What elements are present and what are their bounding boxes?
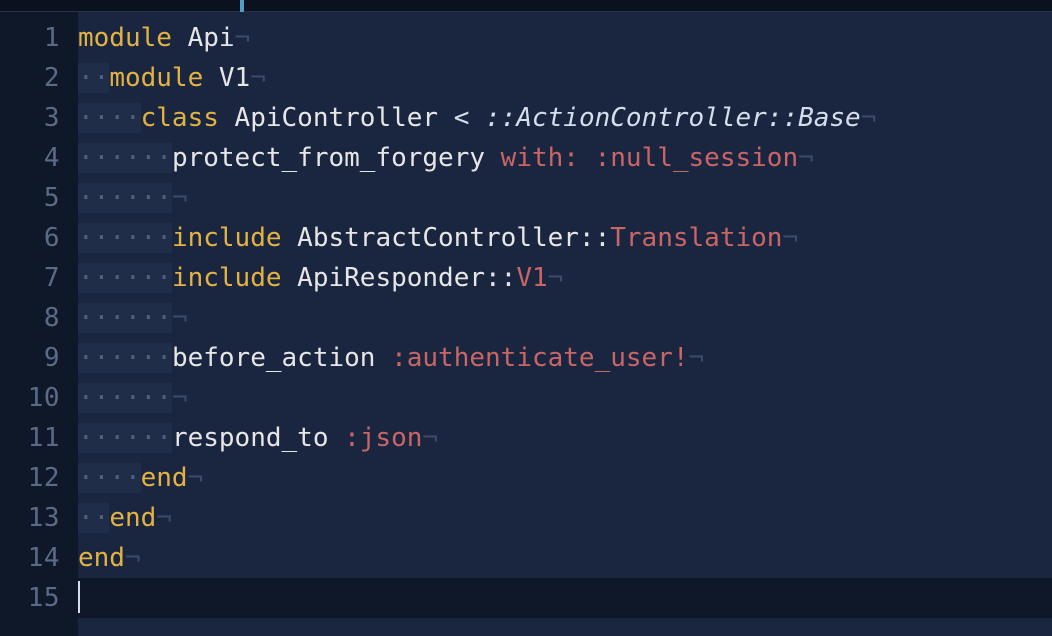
text-cursor: [78, 581, 80, 613]
code-line[interactable]: module Api¬: [78, 18, 1052, 58]
code-line-cursor[interactable]: [78, 578, 1052, 618]
line-number: 12: [0, 458, 60, 498]
line-number: 4: [0, 138, 60, 178]
keyword: module: [78, 23, 172, 53]
method-call: respond_to: [172, 423, 344, 453]
keyword: end: [141, 463, 188, 493]
indent: ······: [78, 423, 172, 453]
constant: ApiController: [219, 103, 454, 133]
keyword: include: [172, 263, 282, 293]
code-line[interactable]: end¬: [78, 538, 1052, 578]
code-line[interactable]: ······¬: [78, 298, 1052, 338]
active-tab-indicator: [240, 0, 244, 12]
eol-marker: ¬: [548, 263, 564, 293]
constant-tail: V1: [516, 263, 547, 293]
line-number: 2: [0, 58, 60, 98]
code-line[interactable]: ······include AbstractController::Transl…: [78, 218, 1052, 258]
operator: <: [454, 103, 485, 133]
code-line[interactable]: ······include ApiResponder::V1¬: [78, 258, 1052, 298]
constant: Api: [172, 23, 235, 53]
constant: V1: [203, 63, 250, 93]
eol-marker: ¬: [172, 183, 188, 213]
line-number: 7: [0, 258, 60, 298]
code-line[interactable]: ······before_action :authenticate_user!¬: [78, 338, 1052, 378]
keyword: end: [78, 543, 125, 573]
eol-marker: ¬: [689, 343, 705, 373]
symbol: :null_session: [595, 143, 799, 173]
indent: ··: [78, 503, 109, 533]
keyword: end: [109, 503, 156, 533]
line-number: 5: [0, 178, 60, 218]
line-number: 10: [0, 378, 60, 418]
code-line[interactable]: ······¬: [78, 378, 1052, 418]
tab-bar[interactable]: [0, 0, 1052, 12]
code-line[interactable]: ······protect_from_forgery with: :null_s…: [78, 138, 1052, 178]
symbol: :json: [344, 423, 422, 453]
indent: ······: [78, 343, 172, 373]
base-class: ::ActionController::Base: [485, 103, 861, 133]
indent: ····: [78, 463, 141, 493]
symbol: :authenticate_user!: [391, 343, 688, 373]
line-number: 9: [0, 338, 60, 378]
eol-marker: ¬: [172, 303, 188, 333]
keyword: include: [172, 223, 282, 253]
code-line[interactable]: ··module V1¬: [78, 58, 1052, 98]
code-line[interactable]: ····end¬: [78, 458, 1052, 498]
indent: ······: [78, 183, 172, 213]
eol-marker: ¬: [125, 543, 141, 573]
line-number: 14: [0, 538, 60, 578]
line-number: 8: [0, 298, 60, 338]
eol-marker: ¬: [798, 143, 814, 173]
eol-marker: ¬: [861, 103, 877, 133]
constant-tail: Translation: [610, 223, 782, 253]
code-line[interactable]: ··end¬: [78, 498, 1052, 538]
line-number-gutter: 1 2 3 4 5 6 7 8 9 10 11 12 13 14 15: [0, 12, 78, 636]
method-call: before_action: [172, 343, 391, 373]
indent: ······: [78, 303, 172, 333]
symbol-key: with:: [501, 143, 579, 173]
code-area[interactable]: module Api¬ ··module V1¬ ····class ApiCo…: [78, 12, 1052, 636]
eol-marker: ¬: [782, 223, 798, 253]
indent: ······: [78, 143, 172, 173]
keyword: class: [141, 103, 219, 133]
code-line[interactable]: ····class ApiController < ::ActionContro…: [78, 98, 1052, 138]
line-number: 1: [0, 18, 60, 58]
code-line[interactable]: ······respond_to :json¬: [78, 418, 1052, 458]
constant: AbstractController::: [297, 223, 610, 253]
indent: ······: [78, 263, 172, 293]
eol-marker: ¬: [422, 423, 438, 453]
eol-marker: ¬: [188, 463, 204, 493]
eol-marker: ¬: [235, 23, 251, 53]
line-number: 11: [0, 418, 60, 458]
method-call: protect_from_forgery: [172, 143, 501, 173]
eol-marker: ¬: [250, 63, 266, 93]
line-number: 6: [0, 218, 60, 258]
indent: ······: [78, 223, 172, 253]
line-number: 13: [0, 498, 60, 538]
constant: ApiResponder::: [297, 263, 516, 293]
line-number: 3: [0, 98, 60, 138]
code-editor[interactable]: 1 2 3 4 5 6 7 8 9 10 11 12 13 14 15 modu…: [0, 12, 1052, 636]
indent: ····: [78, 103, 141, 133]
line-number: 15: [0, 578, 60, 618]
keyword: module: [109, 63, 203, 93]
eol-marker: ¬: [172, 383, 188, 413]
indent: ······: [78, 383, 172, 413]
indent: ··: [78, 63, 109, 93]
code-line[interactable]: ······¬: [78, 178, 1052, 218]
eol-marker: ¬: [156, 503, 172, 533]
